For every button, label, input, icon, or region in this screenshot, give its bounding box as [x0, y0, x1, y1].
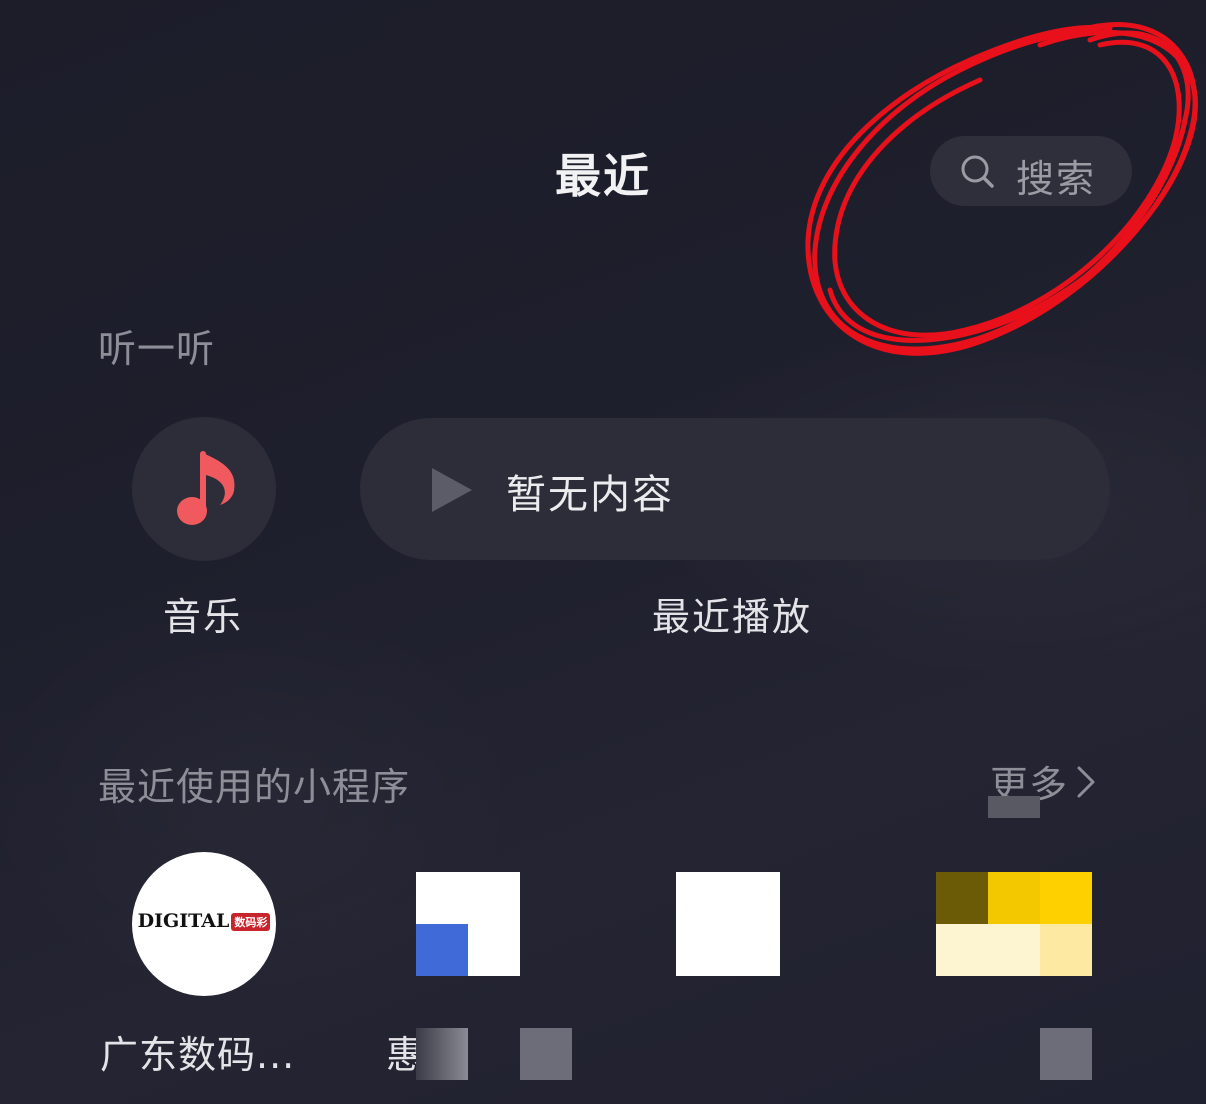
mini-program-icon-pixelated[interactable]: [676, 872, 780, 976]
play-icon: [432, 468, 472, 512]
search-icon: [960, 154, 996, 190]
pixelated-blur: [1040, 1028, 1092, 1080]
pixelated-blur: [416, 1028, 468, 1080]
pixelated-blur: [520, 1028, 572, 1080]
recent-play-card[interactable]: 暂无内容: [360, 418, 1110, 560]
pixelated-blur: [988, 796, 1040, 818]
mini-program-name: 广东数码...: [100, 1033, 296, 1077]
search-button[interactable]: 搜索: [930, 136, 1132, 206]
mini-program-icon[interactable]: DIGITAL 数码彩: [132, 852, 276, 996]
section-listen-title: 听一听: [98, 327, 216, 371]
music-label: 音乐: [163, 595, 244, 639]
search-label: 搜索: [1016, 157, 1097, 201]
recent-play-status: 暂无内容: [506, 472, 674, 518]
logo-tag: 数码彩: [231, 913, 271, 931]
music-button[interactable]: [132, 417, 276, 561]
section-mini-programs-title: 最近使用的小程序: [98, 765, 411, 809]
logo-text: DIGITAL: [137, 910, 230, 932]
chevron-right-icon: [1077, 766, 1095, 797]
music-note-icon: [177, 451, 235, 525]
recent-play-label: 最近播放: [652, 595, 813, 639]
